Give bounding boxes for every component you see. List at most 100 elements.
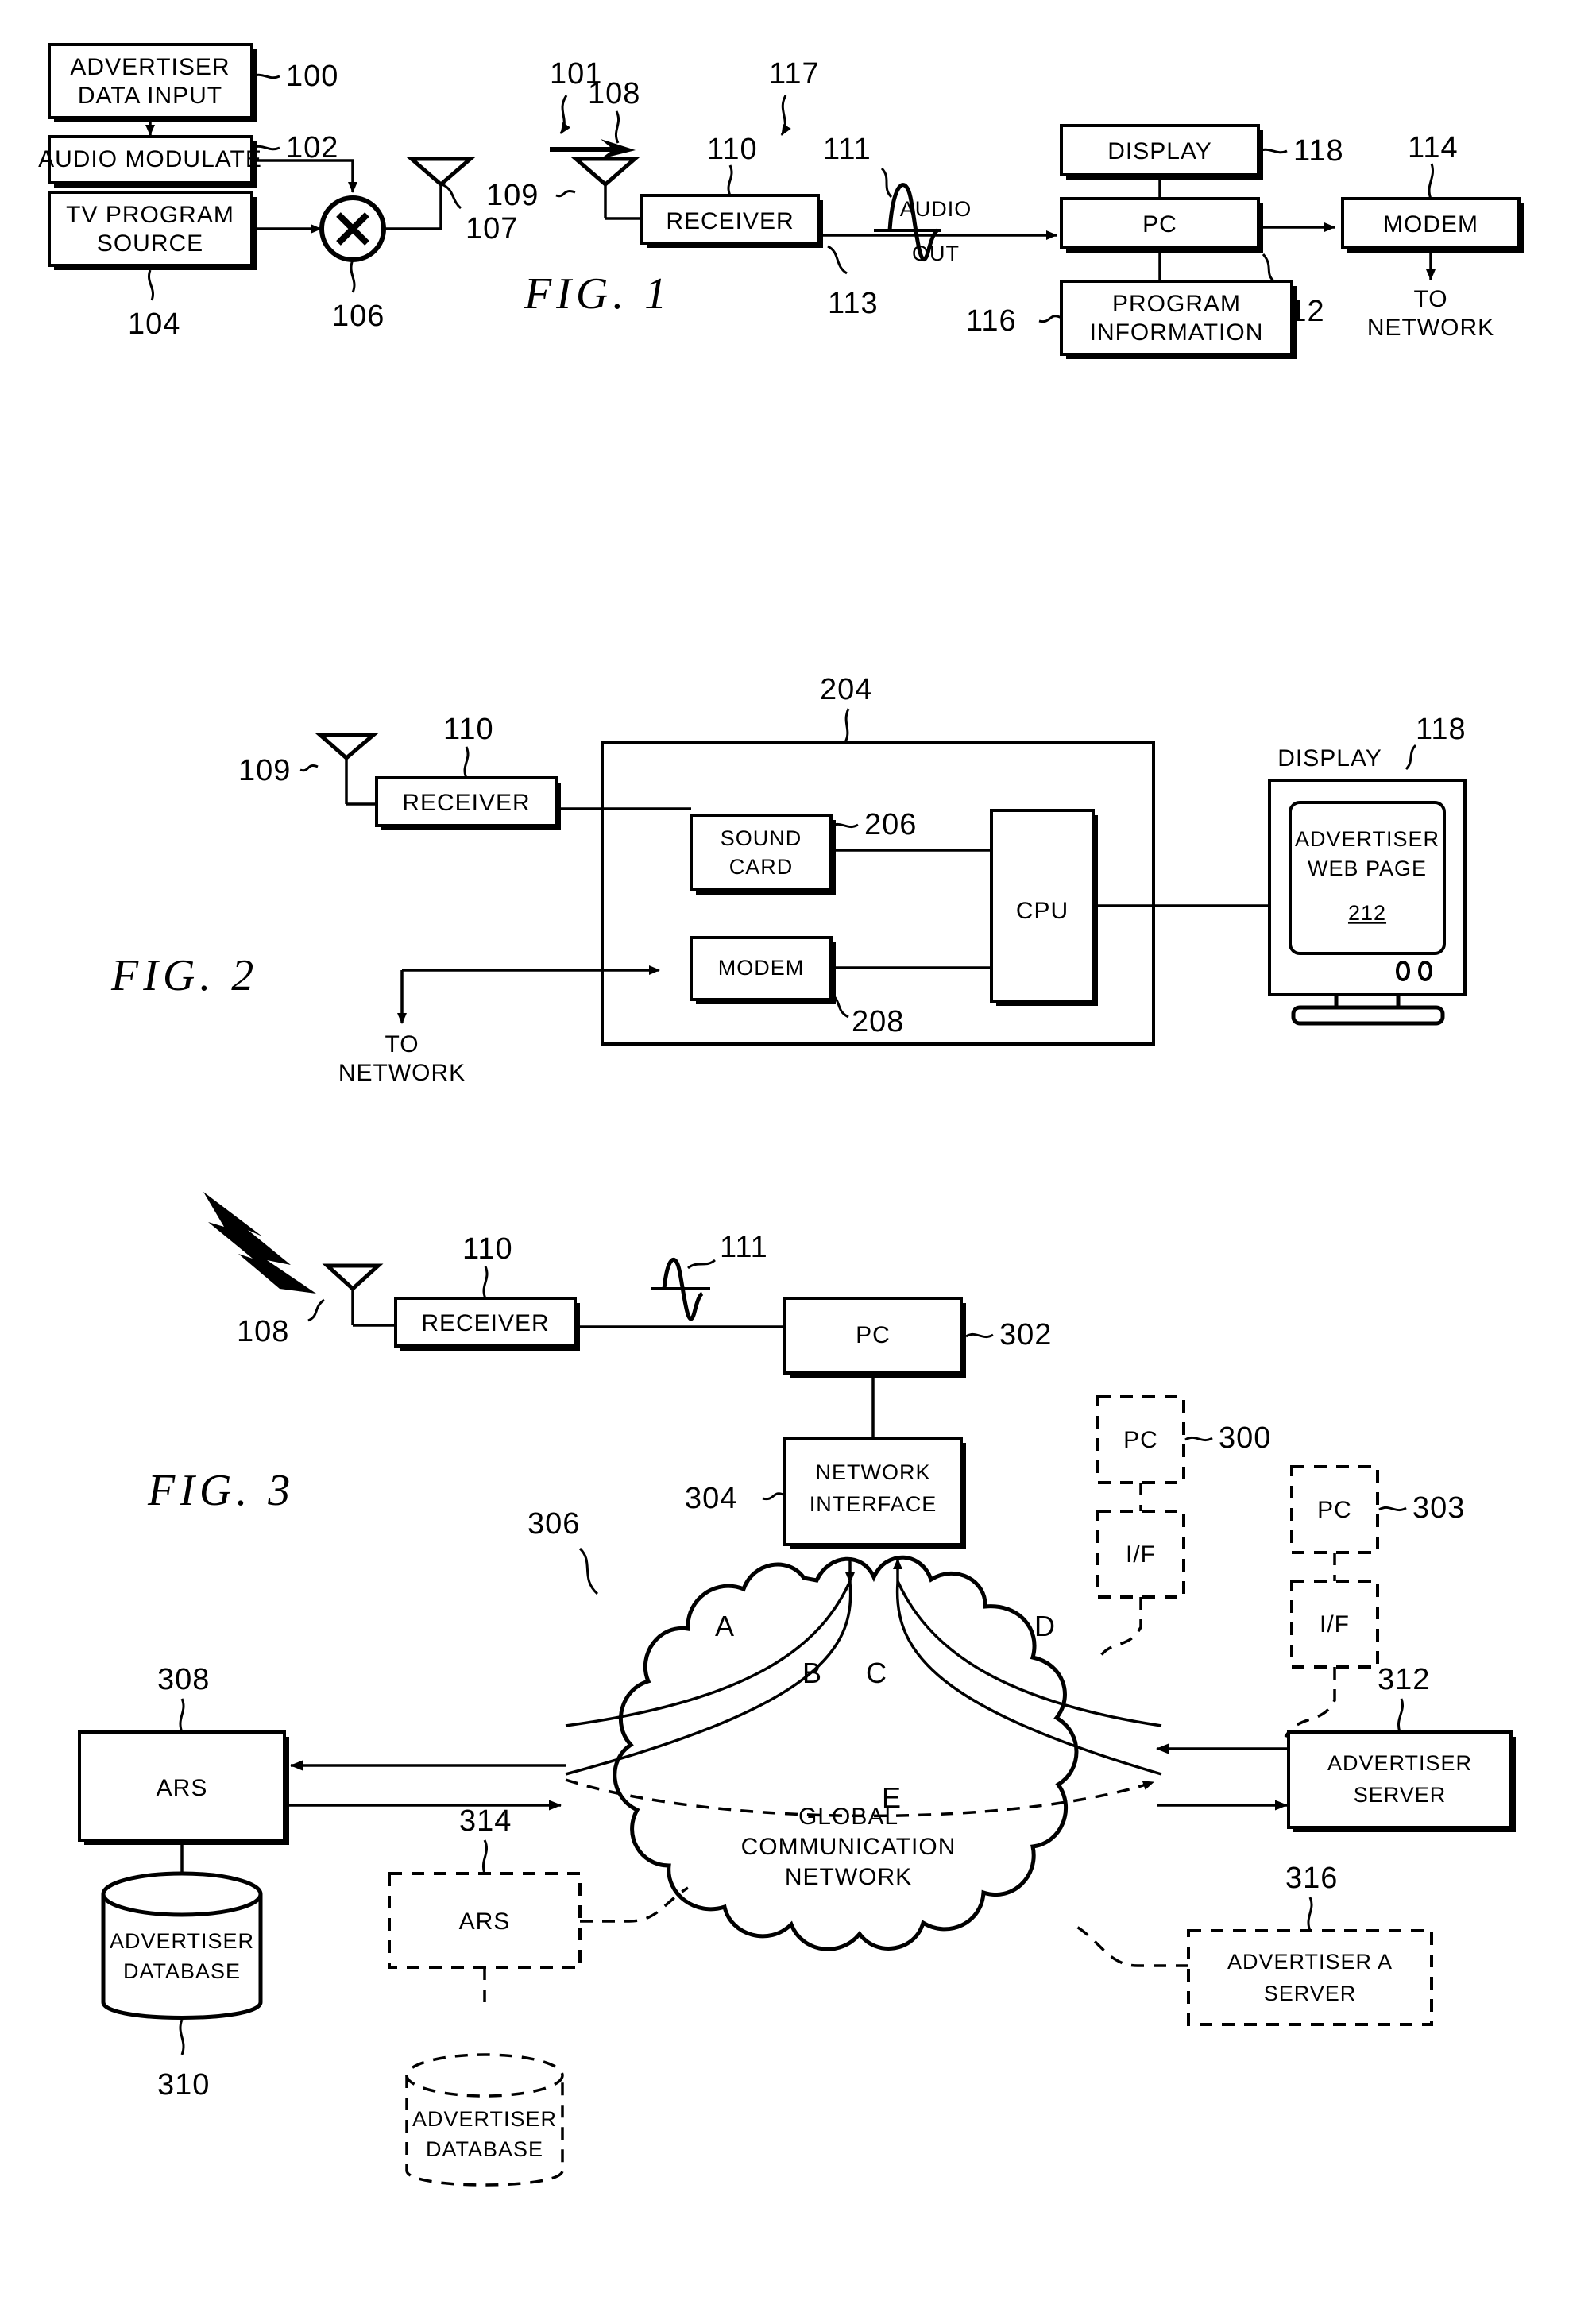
display-label: DISPLAY <box>1107 138 1212 164</box>
ars-dashed-label: ARS <box>459 1908 511 1935</box>
advertiser-a-server-line1: ADVERTISER A <box>1227 1950 1393 1974</box>
advertiser-database-dashed-line1: ADVERTISER <box>412 2107 557 2131</box>
receiver-label: RECEIVER <box>666 208 794 234</box>
ref-113: 113 <box>828 287 879 320</box>
pc-label: PC <box>1142 211 1177 238</box>
tv-program-source-block: TV PROGRAM SOURCE 104 <box>48 191 257 341</box>
advertiser-a-server-line2: SERVER <box>1264 1982 1357 2005</box>
ref-111: 111 <box>823 133 871 166</box>
to-network-line2-fig2: NETWORK <box>338 1060 466 1086</box>
sound-card-line2: CARD <box>729 855 794 879</box>
ref-106: 106 <box>332 300 385 333</box>
display-label-fig2: DISPLAY <box>1277 745 1382 771</box>
advertiser-data-input-line2: DATA INPUT <box>78 83 222 109</box>
ref-116: 116 <box>966 304 1017 338</box>
ref-100: 100 <box>286 60 338 93</box>
cloud-line3: NETWORK <box>785 1864 912 1890</box>
to-network-line1-fig2: TO <box>385 1031 419 1058</box>
ref-308: 308 <box>157 1663 210 1696</box>
modem-label: MODEM <box>1383 211 1478 238</box>
ref-310: 310 <box>157 2068 210 2102</box>
modem-label-fig2: MODEM <box>718 956 805 980</box>
receiver-block-fig3: RECEIVER 110 <box>394 1232 580 1351</box>
advertiser-data-input-block: ADVERTISER DATA INPUT 100 <box>48 43 338 122</box>
ref-111-fig3: 111 <box>720 1231 768 1264</box>
ref-110-fig3: 110 <box>462 1232 513 1266</box>
ars-block: ARS 308 <box>78 1663 289 1845</box>
cpu-block: CPU <box>990 809 1098 1006</box>
ref-117: 117 <box>769 57 820 91</box>
network-interface-line1: NETWORK <box>816 1460 931 1484</box>
to-network-line2-fig1: NETWORK <box>1367 315 1494 341</box>
audio-out-line1: AUDIO <box>900 197 972 221</box>
ref-110: 110 <box>707 133 758 166</box>
figures-canvas: ADVERTISER DATA INPUT 100 AUDIO MODULATE… <box>38 43 1524 2187</box>
lightning-icon: 108 <box>203 1192 325 1348</box>
advertiser-database-dashed-cylinder: ADVERTISER DATABASE <box>405 2053 564 2187</box>
program-information-block: PROGRAM INFORMATION 116 <box>966 280 1297 359</box>
ref-304: 304 <box>685 1482 737 1515</box>
tv-program-source-line1: TV PROGRAM <box>66 202 234 228</box>
ref-109: 109 <box>486 179 539 212</box>
network-interface-line2: INTERFACE <box>810 1492 937 1516</box>
monitor-ref-212: 212 <box>1348 901 1386 925</box>
figure-2-caption: FIG. 2 <box>110 951 258 1000</box>
path-label-A: A <box>715 1610 734 1642</box>
ref-206: 206 <box>864 808 917 841</box>
audio-modulate-label: AUDIO MODULATE <box>38 146 262 172</box>
receive-antenna-icon-fig2: 109 <box>238 733 379 806</box>
audio-waveform-icon: 111 <box>823 133 941 262</box>
group-ref-117: 117 <box>769 57 820 136</box>
path-label-C: C <box>866 1657 887 1689</box>
audio-waveform-icon-fig3: 111 <box>651 1231 768 1321</box>
advertiser-server-block: ADVERTISER SERVER 312 <box>1287 1663 1516 1832</box>
path-label-D: D <box>1034 1610 1055 1642</box>
ref-109-fig2: 109 <box>238 754 291 787</box>
path-label-B: B <box>802 1657 821 1689</box>
pc-label-fig3: PC <box>856 1322 891 1348</box>
modem-block-fig1: MODEM 114 <box>1341 131 1524 253</box>
ref-108-fig3: 108 <box>237 1315 289 1348</box>
display-block-fig1: DISPLAY 118 <box>1060 124 1343 180</box>
ref-314: 314 <box>459 1804 512 1838</box>
ars-label: ARS <box>157 1775 208 1801</box>
advertiser-server-line1: ADVERTISER <box>1327 1751 1472 1775</box>
receiver-label-fig2: RECEIVER <box>402 790 530 816</box>
receiver-label-fig3: RECEIVER <box>421 1310 549 1336</box>
ref-302: 302 <box>999 1318 1052 1352</box>
advertiser-database-line2: DATABASE <box>123 1959 241 1983</box>
audio-out-label: AUDIO OUT 113 <box>823 197 1057 320</box>
display-monitor-fig2: DISPLAY 118 ADVERTISER WEB PAGE 212 <box>1268 713 1467 1026</box>
ref-114: 114 <box>1408 131 1459 164</box>
receive-antenna-icon-fig3 <box>322 1263 396 1327</box>
ref-104: 104 <box>128 307 180 341</box>
receiver-block-fig1: RECEIVER 110 <box>640 133 823 248</box>
if-dashed-300-label: I/F <box>1126 1541 1156 1568</box>
ref-208: 208 <box>852 1005 904 1038</box>
figure-1-caption: FIG. 1 <box>524 269 671 319</box>
pc-dashed-303-label: PC <box>1317 1497 1352 1523</box>
sound-card-line1: SOUND <box>721 826 802 850</box>
program-information-line1: PROGRAM <box>1112 291 1241 317</box>
figure-1: ADVERTISER DATA INPUT 100 AUDIO MODULATE… <box>38 43 1524 359</box>
advertiser-server-line2: SERVER <box>1354 1783 1447 1807</box>
figure-3-caption: FIG. 3 <box>147 1466 295 1515</box>
ref-101: 101 <box>550 57 602 91</box>
pc-dashed-303-group: PC 303 I/F <box>1284 1465 1464 1738</box>
patent-drawing-sheet: ADVERTISER DATA INPUT 100 AUDIO MODULATE… <box>0 0 1596 2297</box>
figure-3: 108 RECEIVER 110 111 PC 302 NETWORK INTE… <box>78 1192 1516 2187</box>
ref-306: 306 <box>527 1507 580 1541</box>
to-network-line1-fig1: TO <box>1413 286 1447 312</box>
ref-118-fig2: 118 <box>1416 713 1467 746</box>
program-information-line2: INFORMATION <box>1090 319 1264 346</box>
ref-204: 204 <box>820 673 872 706</box>
path-label-E: E <box>882 1781 901 1814</box>
monitor-line2: WEB PAGE <box>1308 857 1427 880</box>
ref-300: 300 <box>1219 1421 1271 1455</box>
mixer-symbol: 106 <box>319 195 386 333</box>
advertiser-database-cylinder: ADVERTISER DATABASE 310 <box>101 1840 263 2102</box>
ref-312: 312 <box>1378 1663 1430 1696</box>
ref-107: 107 <box>466 212 518 246</box>
connector-102-mixer <box>252 159 357 193</box>
advertiser-a-server-dashed-block: ADVERTISER A SERVER 316 <box>1075 1862 1433 2026</box>
